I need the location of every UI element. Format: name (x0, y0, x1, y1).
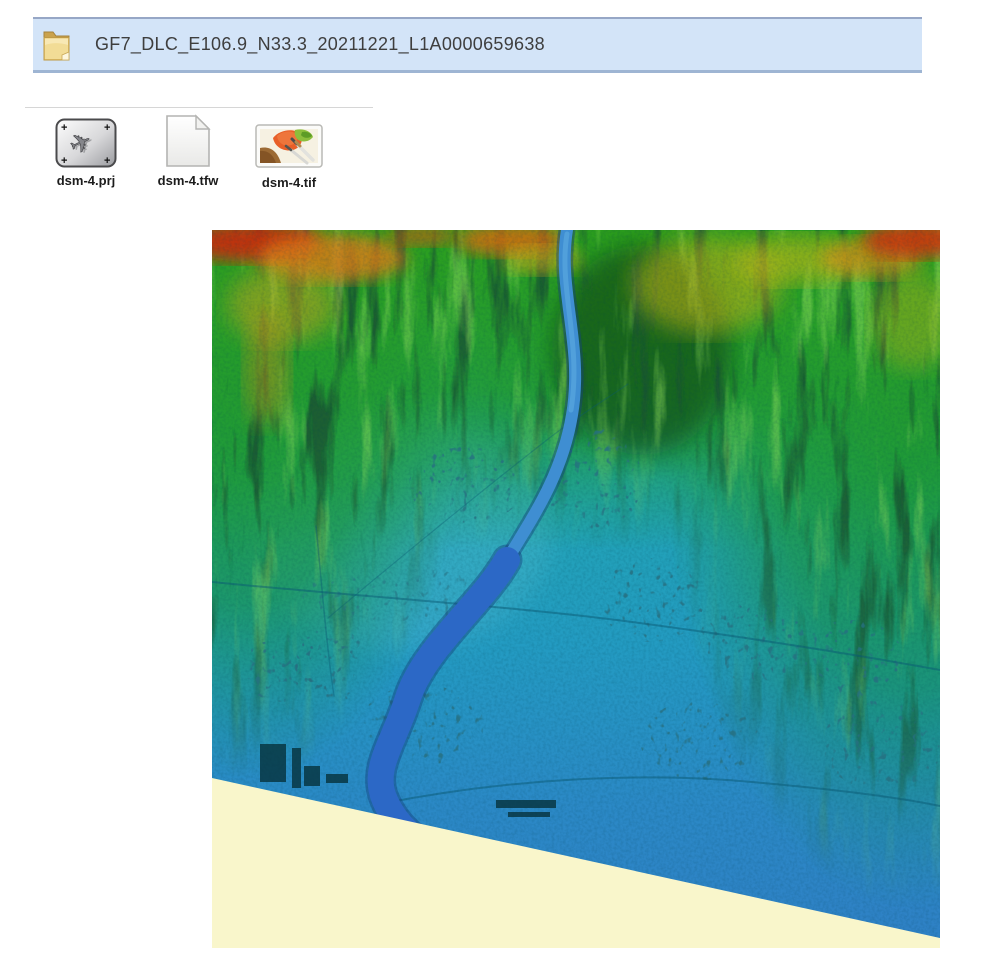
file-item-dsm4-tfw[interactable]: dsm-4.tfw (148, 112, 228, 188)
svg-text:+: + (104, 155, 110, 167)
svg-text:+: + (104, 122, 110, 134)
files-divider (25, 107, 373, 108)
folder-item-row[interactable]: GF7_DLC_E106.9_N33.3_20211221_L1A0000659… (33, 17, 922, 73)
svg-text:+: + (61, 155, 67, 167)
dsm-hillshade-svg (212, 230, 940, 948)
file-item-dsm4-prj[interactable]: + + + + ✈ ✈ dsm-4.prj (46, 112, 126, 188)
file-label: dsm-4.tfw (158, 173, 219, 188)
projection-file-icon: + + + + ✈ ✈ (55, 118, 117, 168)
file-label: dsm-4.prj (57, 173, 116, 188)
explorer-page: GF7_DLC_E106.9_N33.3_20211221_L1A0000659… (0, 0, 1007, 969)
file-label: dsm-4.tif (262, 175, 316, 190)
world-file-icon (165, 114, 211, 168)
folder-name-label: GF7_DLC_E106.9_N33.3_20211221_L1A0000659… (95, 34, 545, 55)
tiff-thumbnail-icon (255, 124, 323, 168)
dsm-preview-image (212, 230, 940, 948)
file-item-dsm4-tif[interactable]: dsm-4.tif (246, 112, 332, 190)
folder-icon (42, 25, 72, 65)
